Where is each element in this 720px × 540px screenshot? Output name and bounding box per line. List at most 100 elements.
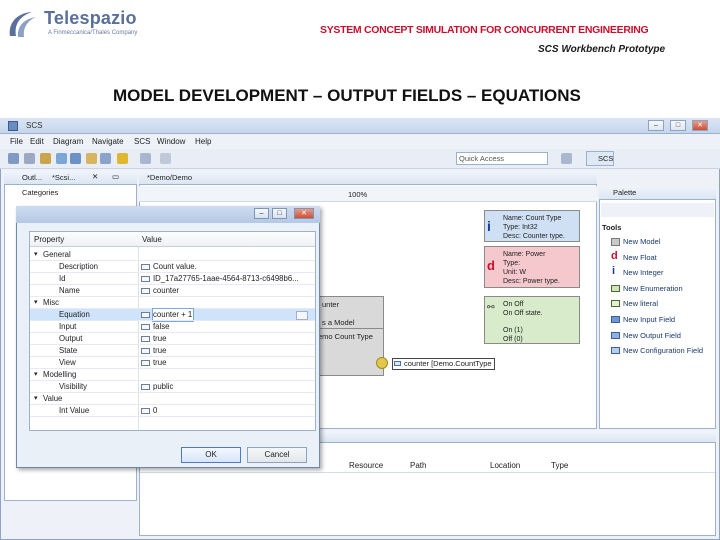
minimize-view-icon[interactable]: ▭ [112, 172, 119, 181]
cancel-button[interactable]: Cancel [247, 447, 307, 463]
menu-scs[interactable]: SCS [134, 137, 150, 146]
palette-title: Palette [613, 188, 637, 197]
value-type-icon [141, 408, 150, 414]
float-icon: d [611, 250, 618, 262]
value-type-icon [141, 312, 150, 318]
column-property[interactable]: Property [34, 235, 64, 244]
menu-navigate[interactable]: Navigate [92, 137, 124, 146]
model-icon [611, 238, 620, 246]
note-onoff-literal-on: On (1) [503, 327, 523, 334]
save-all-icon[interactable] [24, 153, 35, 164]
problems-header-divider [140, 472, 715, 473]
minimize-button[interactable]: – [648, 120, 664, 131]
dialog-minimize-button[interactable]: – [254, 208, 269, 219]
window-title: SCS [26, 121, 43, 130]
column-location[interactable]: Location [490, 461, 520, 470]
type-note-count[interactable]: Name: Count Type Type: Int32 Desc: Count… [484, 210, 580, 242]
forward-icon[interactable] [160, 153, 171, 164]
configuration-field-icon [611, 347, 620, 354]
menu-window[interactable]: Window [157, 137, 185, 146]
note-power-name: Name: Power [503, 251, 546, 258]
palette-new-output-field[interactable]: New Output Field [623, 331, 681, 340]
type-note-power[interactable]: Name: Power Type: Unit: W Desc: Power ty… [484, 246, 580, 288]
note-onoff-name: On Off [503, 301, 524, 308]
tab-outline[interactable]: Outl... [22, 173, 42, 182]
class-stereotype: s a Model [322, 318, 355, 327]
tab-demo[interactable]: *Demo/Demo [147, 173, 192, 182]
column-type[interactable]: Type [551, 461, 568, 470]
note-power-desc: Desc: Power type. [503, 278, 560, 285]
logo-name: Telespazio [44, 8, 137, 28]
save-icon[interactable] [8, 153, 19, 164]
class-name: unter [322, 300, 340, 309]
dialog-close-button[interactable]: ✕ [294, 208, 314, 219]
row-gridline [30, 416, 315, 417]
editor-tab-header: *Demo/Demo [139, 171, 597, 185]
scs-perspective-button[interactable]: SCS [586, 151, 614, 166]
zoom-select[interactable]: 100% [348, 190, 367, 199]
menu-help[interactable]: Help [195, 137, 211, 146]
output-field-icon [611, 332, 620, 339]
palette-new-input-field[interactable]: New Input Field [623, 315, 675, 324]
input-field-icon [611, 316, 620, 323]
palette-new-literal[interactable]: New literal [623, 299, 658, 308]
dialog-maximize-button[interactable]: □ [272, 208, 287, 219]
value-type-icon [141, 384, 150, 390]
palette-header: Palette [599, 186, 716, 200]
column-value[interactable]: Value [142, 235, 162, 244]
maximize-button[interactable]: □ [670, 120, 686, 131]
palette-new-model[interactable]: New Model [623, 237, 661, 246]
slide-subtitle: SCS Workbench Prototype [538, 44, 666, 55]
output-port-icon[interactable] [376, 357, 388, 369]
outline-tab-header: Outl... *Scsi... ✕ ▭ [4, 171, 137, 185]
float-type-icon: d [487, 258, 495, 273]
window-titlebar: SCS [0, 118, 720, 134]
output-field-label[interactable]: counter [Demo.CountType [392, 358, 495, 370]
note-count-desc: Desc: Counter type. [503, 233, 565, 240]
tab-scs[interactable]: *Scsi... [52, 173, 75, 182]
open-perspective-icon[interactable] [561, 153, 572, 164]
outline-tree-item[interactable]: Categories [22, 188, 58, 197]
quick-access-input[interactable]: Quick Access [456, 152, 548, 165]
menu-diagram[interactable]: Diagram [53, 137, 83, 146]
new-icon[interactable] [40, 153, 51, 164]
ok-button[interactable]: OK [181, 447, 241, 463]
palette-section-tools[interactable]: Tools [602, 223, 621, 232]
logo-tagline: A Finmeccanica/Thales Company [48, 30, 138, 36]
value-type-icon [141, 336, 150, 342]
run-icon[interactable] [117, 153, 128, 164]
delete-icon[interactable] [100, 153, 111, 164]
copy-icon[interactable] [70, 153, 81, 164]
note-count-name: Name: Count Type [503, 215, 562, 222]
field-type-icon [394, 361, 401, 366]
menu-file[interactable]: File [10, 137, 23, 146]
note-power-unit: Unit: W [503, 269, 526, 276]
close-tab-icon[interactable]: ✕ [92, 172, 98, 181]
value-type-icon [141, 276, 150, 282]
value-type-icon [141, 264, 150, 270]
value-type-icon [141, 288, 150, 294]
column-resource[interactable]: Resource [349, 461, 383, 470]
palette-new-enumeration[interactable]: New Enumeration [623, 284, 683, 293]
column-path[interactable]: Path [410, 461, 426, 470]
back-icon[interactable] [140, 153, 151, 164]
type-note-onoff[interactable]: On Off On Off state. On (1) Off (0) [484, 296, 580, 344]
class-divider [320, 328, 384, 329]
palette-toolbar [601, 203, 714, 217]
palette-new-integer[interactable]: New Integer [623, 268, 663, 277]
note-count-type: Type: Int32 [503, 224, 538, 231]
note-onoff-desc: On Off state. [503, 310, 543, 317]
slide-heading: MODEL DEVELOPMENT – OUTPUT FIELDS – EQUA… [113, 86, 581, 105]
palette-new-float[interactable]: New Float [623, 253, 657, 262]
close-button[interactable]: ✕ [692, 120, 708, 131]
app-icon [8, 121, 18, 131]
cut-icon[interactable] [56, 153, 67, 164]
palette-new-configuration-field[interactable]: New Configuration Field [623, 346, 703, 355]
menu-edit[interactable]: Edit [30, 137, 44, 146]
equation-edit-button[interactable] [296, 311, 308, 320]
diagram-toolbar [139, 186, 597, 202]
slide-title: SYSTEM CONCEPT SIMULATION FOR CONCURRENT… [320, 24, 649, 36]
paste-icon[interactable] [86, 153, 97, 164]
telespazio-logo-icon [9, 12, 36, 37]
value-type-icon [141, 360, 150, 366]
